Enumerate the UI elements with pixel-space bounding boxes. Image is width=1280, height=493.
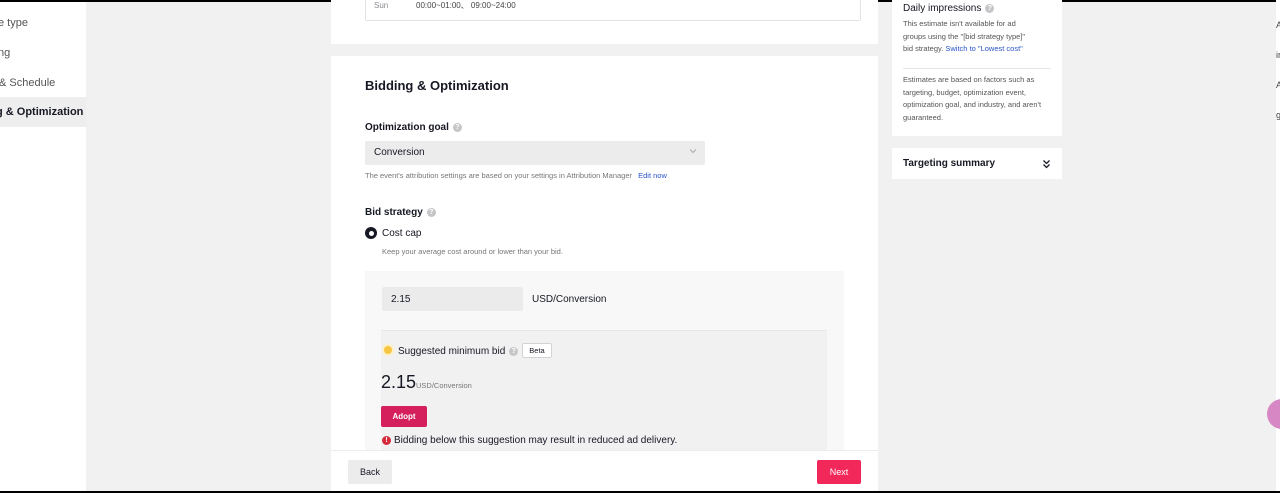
adopt-button[interactable]: Adopt (381, 406, 427, 427)
nav-item-label: ng (0, 47, 11, 59)
nav-item-label: e type (0, 17, 28, 29)
bidding-optimization-card: Bidding & Optimization Optimization goal… (331, 56, 878, 491)
estimate-line-3-text: bid strategy. (903, 44, 946, 54)
estimate-line-3: bid strategy. Switch to "Lowest cost" (903, 43, 1053, 56)
back-button[interactable]: Back (348, 460, 392, 484)
nav-item-budget-schedule[interactable]: & Schedule (0, 68, 86, 98)
nav-item-label: g & Optimization (0, 106, 84, 118)
suggested-bid-unit: USD/Conversion (416, 381, 472, 390)
targeting-summary-card[interactable]: Targeting summary (892, 148, 1062, 179)
info-icon[interactable]: ? (985, 3, 995, 13)
lightbulb-icon (384, 346, 392, 354)
schedule-table: Sun 00:00~01:00、 09:00~24:00 (365, 0, 861, 21)
schedule-day: Sun (374, 1, 389, 10)
switch-lowest-cost-link[interactable]: Switch to "Lowest cost" (945, 44, 1022, 53)
bid-strategy-label-text: Bid strategy (365, 207, 423, 218)
divider (903, 68, 1051, 69)
attribution-hint-text: The event's attribution settings are bas… (365, 171, 633, 180)
right-edge-text: ir (1276, 50, 1280, 60)
chevron-down-icon (689, 149, 697, 154)
nav-item-targeting[interactable]: ng (0, 38, 86, 68)
optimization-goal-label: Optimization goal? (365, 122, 462, 133)
nav-item-placement-type[interactable]: e type (0, 8, 86, 38)
left-nav: e type ng & Schedule g & Optimization (0, 2, 86, 491)
section-title: Bidding & Optimization (365, 78, 509, 93)
daily-impressions-title-text: Daily impressions (903, 3, 982, 14)
suggested-bid-label: Suggested minimum bid? (398, 346, 519, 357)
info-icon[interactable]: ? (426, 207, 436, 217)
right-edge-text: A (1276, 80, 1280, 90)
info-icon[interactable]: ? (509, 346, 519, 356)
optimization-goal-label-text: Optimization goal (365, 122, 449, 133)
cost-cap-label[interactable]: Cost cap (382, 228, 421, 239)
estimate-line-2: groups using the "[bid strategy type]" (903, 31, 1026, 41)
double-chevron-down-icon[interactable] (1042, 159, 1051, 169)
warning-icon: ! (382, 436, 391, 445)
edit-now-link[interactable]: Edit now (638, 171, 667, 180)
warning-text: Bidding below this suggestion may result… (394, 435, 678, 446)
info-icon[interactable]: ? (452, 122, 462, 132)
daily-impressions-title: Daily impressions? (903, 3, 995, 14)
bid-input-value: 2.15 (391, 294, 411, 305)
cost-cap-radio[interactable] (365, 227, 377, 239)
suggested-bid-value: 2.15 (381, 372, 417, 392)
bid-input[interactable]: 2.15 (382, 287, 523, 311)
optimization-goal-select[interactable]: Conversion (365, 141, 705, 165)
right-edge-text: g (1276, 110, 1280, 120)
beta-badge: Beta (522, 343, 552, 358)
next-button[interactable]: Next (817, 460, 861, 484)
nav-item-label: & Schedule (0, 77, 56, 89)
right-edge-text: A (1276, 20, 1280, 30)
footer-bar: Back Next (331, 450, 878, 491)
cost-cap-hint: Keep your average cost around or lower t… (382, 247, 563, 256)
schedule-time: 00:00~01:00、 09:00~24:00 (416, 1, 516, 10)
estimate-line-1: This estimate isn't available for ad (903, 19, 1016, 28)
estimate-disclaimer: Estimates are based on factors such as t… (903, 75, 1042, 122)
optimization-goal-value: Conversion (374, 147, 425, 158)
targeting-summary-title: Targeting summary (903, 158, 996, 169)
bid-unit: USD/Conversion (532, 294, 607, 305)
nav-item-bidding-optimization[interactable]: g & Optimization (0, 97, 86, 127)
suggested-bid-label-text: Suggested minimum bid (398, 346, 506, 357)
chat-support-icon[interactable] (1267, 399, 1280, 429)
attribution-hint: The event's attribution settings are bas… (365, 171, 667, 180)
daily-impressions-card: Daily impressions? This estimate isn't a… (892, 0, 1062, 136)
bid-strategy-label: Bid strategy? (365, 207, 436, 218)
